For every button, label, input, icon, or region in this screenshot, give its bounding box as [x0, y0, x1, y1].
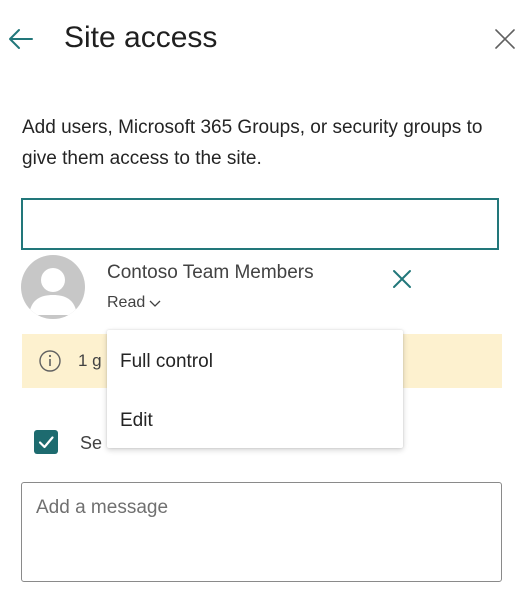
page-title: Site access — [64, 21, 218, 54]
send-email-checkbox[interactable] — [34, 430, 58, 454]
member-name: Contoso Team Members — [107, 262, 314, 283]
description-text: Add users, Microsoft 365 Groups, or secu… — [22, 117, 483, 169]
permission-dropdown[interactable]: Read — [107, 292, 162, 314]
message-textarea[interactable] — [21, 482, 502, 582]
people-search-input[interactable] — [21, 198, 499, 250]
menu-item-full-control[interactable]: Full control — [107, 337, 403, 387]
arrow-left-icon — [9, 29, 33, 49]
chevron-down-icon — [149, 300, 161, 307]
checkmark-icon — [38, 436, 54, 449]
menu-item-edit[interactable]: Edit — [107, 396, 403, 446]
close-icon — [495, 29, 515, 49]
remove-member-button[interactable] — [389, 266, 415, 292]
info-icon — [38, 349, 62, 373]
close-button[interactable] — [492, 26, 518, 52]
permission-menu: Full control Edit — [107, 330, 403, 448]
close-icon — [393, 270, 411, 288]
warning-text: 1 g — [78, 351, 102, 370]
send-email-label[interactable]: Se — [80, 432, 102, 454]
back-button[interactable] — [6, 24, 36, 54]
permission-label: Read — [107, 294, 146, 311]
person-icon — [29, 268, 77, 315]
avatar — [21, 255, 85, 319]
